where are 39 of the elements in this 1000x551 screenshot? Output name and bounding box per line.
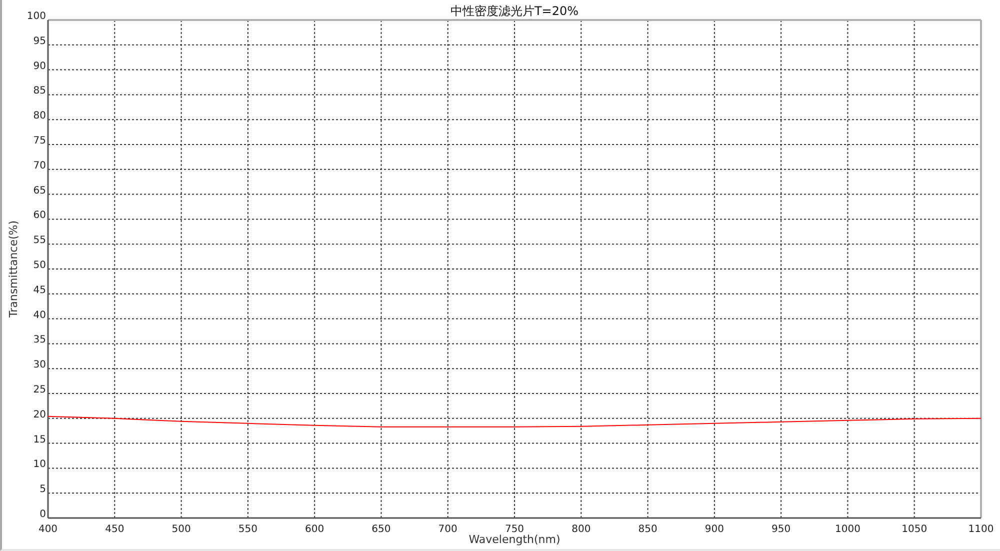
x-tick-label: 700 [438,524,458,535]
y-axis-title: Transmittance(%) [7,220,20,318]
y-tick-label: 45 [33,284,46,296]
y-tick-label: 100 [26,11,46,22]
chart-title: 中性密度滤光片T=20% [450,4,579,18]
y-tick-label: 35 [33,334,46,346]
x-tick-label: 1050 [902,524,928,535]
x-tick-label: 900 [704,524,724,535]
y-tick-label: 30 [33,360,46,371]
y-tick-label: 70 [33,160,46,172]
x-tick-label: 1100 [968,524,994,535]
y-tick-label: 0 [40,509,46,520]
y-tick-label: 15 [33,434,46,446]
x-axis-title: Wavelength(nm) [468,533,560,546]
y-tick-label: 5 [40,484,46,496]
x-tick-label: 550 [238,524,258,535]
y-tick-label: 20 [33,409,46,420]
x-tick-label: 950 [772,524,791,535]
y-tick-label: 60 [33,210,46,222]
x-tick-label: 850 [638,524,658,535]
y-tick-label: 95 [33,36,46,47]
y-tick-label: 50 [33,260,46,271]
x-tick-label: 400 [38,524,58,535]
x-tick-label: 500 [172,524,191,535]
y-tick-label: 85 [33,86,46,97]
x-tick-label: 1000 [835,524,860,535]
y-tick-label: 90 [33,60,46,72]
x-tick-label: 800 [572,524,591,535]
y-tick-label: 25 [33,384,46,396]
x-tick-label: 600 [305,524,324,535]
y-tick-label: 80 [33,110,46,122]
y-tick-label: 40 [33,310,46,321]
y-tick-label: 65 [33,185,46,196]
y-tick-label: 75 [33,136,46,146]
x-tick-label: 450 [105,524,124,535]
y-tick-label: 10 [33,459,46,470]
y-tick-label: 55 [33,235,46,246]
x-tick-label: 750 [504,524,524,535]
x-tick-label: 650 [372,524,391,535]
